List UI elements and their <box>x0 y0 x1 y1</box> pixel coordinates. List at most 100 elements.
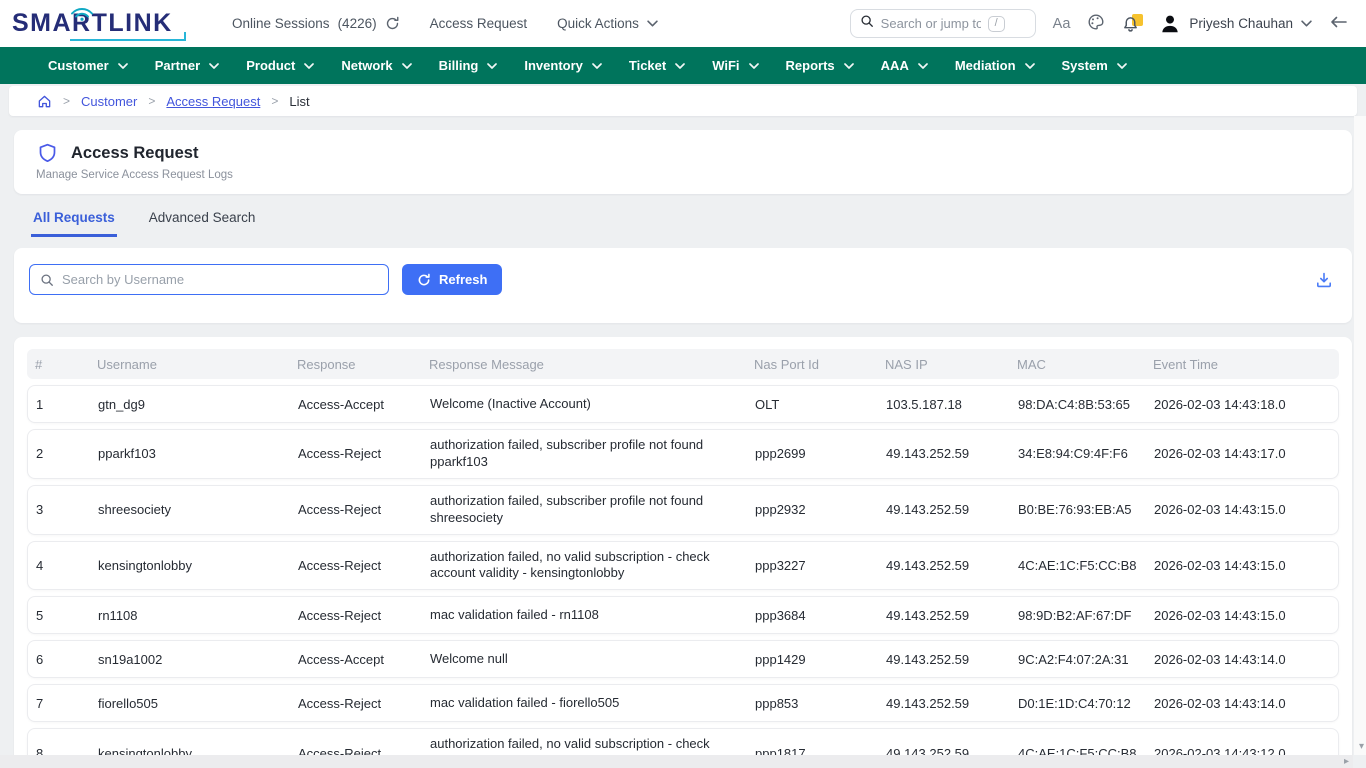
download-button[interactable] <box>1315 271 1337 289</box>
cell-message: mac validation failed - rn1108 <box>422 600 747 631</box>
username-search-input[interactable] <box>62 272 378 287</box>
nav-item-partner[interactable]: Partner <box>155 58 220 73</box>
search-icon <box>40 273 54 287</box>
table-row[interactable]: 5rn1108Access-Rejectmac validation faile… <box>27 596 1339 634</box>
cell-username: kensingtonlobby <box>90 554 290 577</box>
cell-nas-port-id: ppp853 <box>747 692 878 715</box>
cell-username: fiorello505 <box>90 692 290 715</box>
breadcrumb: >Customer>Access Request>List <box>9 86 1357 116</box>
scroll-down-arrow[interactable]: ▾ <box>1359 741 1364 752</box>
cell-mac: D0:1E:1D:C4:70:12 <box>1010 692 1146 715</box>
nav-item-billing[interactable]: Billing <box>439 58 498 73</box>
vertical-scrollbar[interactable] <box>1354 116 1366 755</box>
nav-item-label: AAA <box>881 58 909 73</box>
cell-message: authorization failed, no valid subscript… <box>422 542 747 590</box>
breadcrumb-item-list: List <box>289 94 309 109</box>
tab-all-requests[interactable]: All Requests <box>31 206 117 237</box>
column-header-num: # <box>27 357 89 372</box>
global-search[interactable]: / <box>850 9 1036 38</box>
cell-nas-ip: 49.143.252.59 <box>878 604 1010 627</box>
cell-mac: B0:BE:76:93:EB:A5 <box>1010 498 1146 521</box>
cell-response: Access-Reject <box>290 604 422 627</box>
nav-item-aaa[interactable]: AAA <box>881 58 928 73</box>
quick-actions-menu[interactable]: Quick Actions <box>557 16 658 31</box>
logo-underline <box>70 32 186 41</box>
column-header-mac: MAC <box>1009 357 1145 372</box>
breadcrumb-item-access-request[interactable]: Access Request <box>166 94 260 109</box>
user-menu[interactable]: Priyesh Chauhan <box>1159 13 1312 35</box>
bell-icon <box>1122 16 1139 36</box>
cell-nas-ip: 103.5.187.18 <box>878 393 1010 416</box>
cell-num: 7 <box>28 692 90 715</box>
nav-item-system[interactable]: System <box>1062 58 1127 73</box>
column-header-nas-port-id: Nas Port Id <box>746 357 877 372</box>
refresh-button-label: Refresh <box>439 272 487 287</box>
nav-item-label: Reports <box>786 58 835 73</box>
cell-nas-ip: 49.143.252.59 <box>878 648 1010 671</box>
search-shortcut-key: / <box>988 16 1005 32</box>
notifications-button[interactable] <box>1122 14 1142 34</box>
cell-num: 5 <box>28 604 90 627</box>
username-search[interactable] <box>29 264 389 295</box>
table-row[interactable]: 3shreesocietyAccess-Rejectauthorization … <box>27 485 1339 535</box>
chevron-down-icon <box>209 63 219 69</box>
table-row[interactable]: 2pparkf103Access-Rejectauthorization fai… <box>27 429 1339 479</box>
access-request-link[interactable]: Access Request <box>430 16 528 31</box>
scroll-right-arrow[interactable]: ▸ <box>1344 757 1349 767</box>
smartlink-logo[interactable]: SMARTLINK <box>12 9 190 38</box>
breadcrumb-separator: > <box>271 94 278 108</box>
online-sessions[interactable]: Online Sessions (4226) <box>232 16 400 31</box>
table-row[interactable]: 6sn19a1002Access-AcceptWelcome nullppp14… <box>27 640 1339 678</box>
global-search-input[interactable] <box>881 16 981 31</box>
cell-nas-port-id: OLT <box>747 393 878 416</box>
nav-item-product[interactable]: Product <box>246 58 314 73</box>
nav-item-label: WiFi <box>712 58 739 73</box>
toolbar: Refresh <box>14 248 1352 323</box>
cell-event-time: 2026-02-03 14:43:14.0 <box>1146 692 1338 715</box>
column-header-event-time: Event Time <box>1145 357 1339 372</box>
breadcrumb-separator: > <box>148 94 155 108</box>
chevron-down-icon <box>304 63 314 69</box>
refresh-icon[interactable] <box>385 16 400 31</box>
font-size-button[interactable]: Aa <box>1053 16 1071 32</box>
nav-item-ticket[interactable]: Ticket <box>629 58 685 73</box>
cell-mac: 4C:AE:1C:F5:CC:B8 <box>1010 554 1146 577</box>
chevron-down-icon <box>749 63 759 69</box>
cell-event-time: 2026-02-03 14:43:18.0 <box>1146 393 1338 416</box>
tab-advanced-search[interactable]: Advanced Search <box>147 206 258 237</box>
cell-num: 2 <box>28 442 90 465</box>
chevron-down-icon <box>675 63 685 69</box>
main-nav: Customer Partner Product Network Billing Inve… <box>0 47 1366 84</box>
cell-nas-ip: 49.143.252.59 <box>878 554 1010 577</box>
user-name: Priyesh Chauhan <box>1189 16 1293 31</box>
cell-event-time: 2026-02-03 14:43:17.0 <box>1146 442 1338 465</box>
home-icon[interactable] <box>37 94 52 109</box>
cell-event-time: 2026-02-03 14:43:15.0 <box>1146 498 1338 521</box>
theme-palette-button[interactable] <box>1087 13 1105 34</box>
refresh-button[interactable]: Refresh <box>402 264 502 295</box>
nav-item-customer[interactable]: Customer <box>48 58 128 73</box>
back-arrow-button[interactable] <box>1329 14 1348 33</box>
nav-item-reports[interactable]: Reports <box>786 58 854 73</box>
nav-item-wifi[interactable]: WiFi <box>712 58 758 73</box>
table-row[interactable]: 1gtn_dg9Access-AcceptWelcome (Inactive A… <box>27 385 1339 423</box>
nav-item-inventory[interactable]: Inventory <box>524 58 602 73</box>
cell-num: 6 <box>28 648 90 671</box>
nav-item-mediation[interactable]: Mediation <box>955 58 1035 73</box>
nav-item-label: System <box>1062 58 1108 73</box>
chevron-down-icon <box>592 63 602 69</box>
cell-message: mac validation failed - fiorello505 <box>422 688 747 719</box>
cell-nas-port-id: ppp2699 <box>747 442 878 465</box>
table-row[interactable]: 7fiorello505Access-Rejectmac validation … <box>27 684 1339 722</box>
page-content: Access Request Manage Service Access Req… <box>0 116 1366 768</box>
nav-item-network[interactable]: Network <box>341 58 411 73</box>
column-header-response-message: Response Message <box>421 357 746 372</box>
table-row[interactable]: 4kensingtonlobbyAccess-Rejectauthorizati… <box>27 541 1339 591</box>
search-icon <box>860 14 874 33</box>
horizontal-scrollbar[interactable]: ▸ <box>0 755 1353 768</box>
breadcrumb-item-customer[interactable]: Customer <box>81 94 137 109</box>
nav-item-label: Network <box>341 58 392 73</box>
nav-item-label: Inventory <box>524 58 583 73</box>
chevron-down-icon <box>487 63 497 69</box>
cell-response: Access-Accept <box>290 648 422 671</box>
